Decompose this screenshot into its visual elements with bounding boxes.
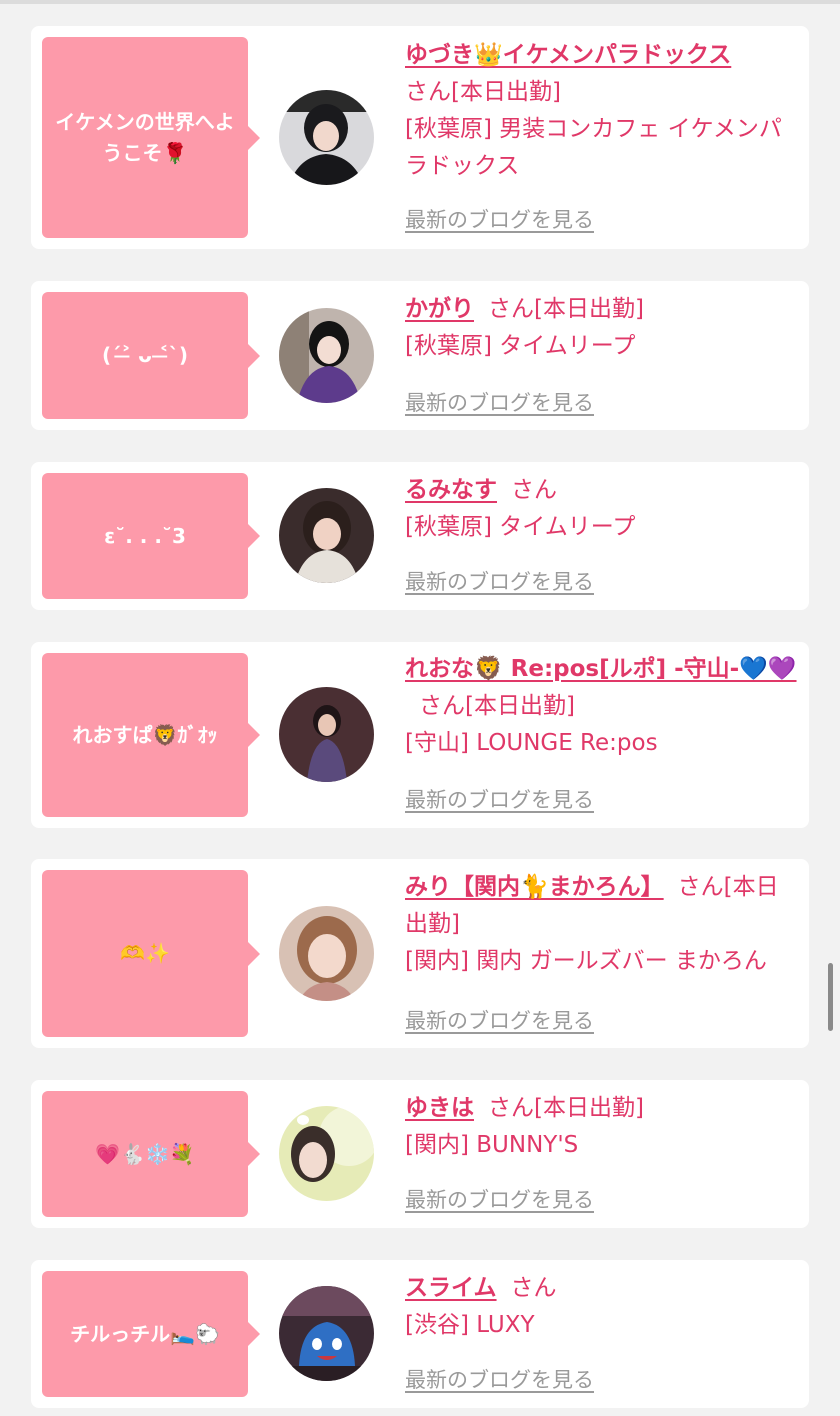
message-bubble: チルっチル🛌🐑 [42, 1271, 260, 1397]
scrollbar[interactable] [828, 963, 833, 1031]
latest-blog-link[interactable]: 最新のブログを見る [405, 204, 594, 234]
cast-info: るみなす さん [秋葉原] タイムリープ [405, 472, 797, 546]
cast-card: チルっチル🛌🐑 スライム さん [渋谷] LUXY 最新のブログを見る [31, 1260, 809, 1408]
shop-info: [秋葉原] 男装コンカフェ イケメンパラドックス [405, 116, 782, 179]
latest-blog-link[interactable]: 最新のブログを見る [405, 1364, 594, 1394]
cast-name-link[interactable]: ゆづき👑イケメンパラドックス [405, 42, 731, 68]
cast-name-link[interactable]: かがり [405, 296, 474, 322]
message-bubble-text: イケメンの世界へようこそ🌹 [55, 109, 235, 165]
shop-info: [守山] LOUNGE Re:pos [405, 730, 658, 756]
avatar[interactable] [279, 906, 374, 1001]
shop-info: [秋葉原] タイムリープ [405, 333, 636, 359]
avatar[interactable] [279, 1286, 374, 1381]
message-bubble: ε˘. . .˘3 [42, 473, 260, 599]
cast-status: さん[本日出勤] [488, 1095, 644, 1121]
avatar[interactable] [279, 1106, 374, 1201]
latest-blog-link[interactable]: 最新のブログを見る [405, 387, 594, 417]
cast-status: さん [510, 1275, 557, 1301]
cast-card: 🫶✨ みり【関内🐈まかろん】 さん[本日出勤] [関内] 関内 ガールズバー まか… [31, 859, 809, 1048]
cast-card: イケメンの世界へようこそ🌹 ゆづき👑イケメンパラドックス さん[本日出勤] [秋… [31, 26, 809, 249]
message-bubble-text: ε˘. . .˘3 [104, 523, 186, 548]
message-bubble: 🫶✨ [42, 870, 260, 1037]
avatar[interactable] [279, 488, 374, 583]
top-divider [0, 0, 840, 4]
shop-info: [秋葉原] タイムリープ [405, 514, 636, 540]
cast-card: ε˘. . .˘3 るみなす さん [秋葉原] タイムリープ 最新のブログを見る [31, 462, 809, 610]
message-bubble-text: 🫶✨ [120, 941, 170, 965]
avatar-photo [279, 308, 374, 403]
message-bubble-text: チルっチル🛌🐑 [70, 1321, 220, 1346]
avatar-photo [279, 488, 374, 583]
message-bubble: れおすぱ🦁ｶﾞｵｯ [42, 653, 260, 817]
cast-name-link[interactable]: るみなす [405, 477, 497, 503]
cast-card: れおすぱ🦁ｶﾞｵｯ れおな🦁 Re:pos[ルポ] -守山-💙💜 さん[本日出勤]… [31, 642, 809, 828]
cast-status: さん[本日出勤] [488, 296, 644, 322]
cast-info: みり【関内🐈まかろん】 さん[本日出勤] [関内] 関内 ガールズバー まかろん [405, 869, 797, 980]
cast-status: さん[本日出勤] [419, 693, 575, 719]
cast-name-link[interactable]: ゆきは [405, 1095, 474, 1121]
avatar-photo [279, 1286, 374, 1381]
cast-info: スライム さん [渋谷] LUXY [405, 1270, 797, 1344]
latest-blog-link[interactable]: 最新のブログを見る [405, 784, 594, 814]
message-bubble: (ˊ˃̶ ᴗ ˂̶ˋ) [42, 292, 260, 419]
latest-blog-link[interactable]: 最新のブログを見る [405, 1184, 594, 1214]
shop-info: [渋谷] LUXY [405, 1312, 535, 1338]
avatar-photo [279, 687, 374, 782]
cast-card: 💗🐇❄️💐 ゆきは さん[本日出勤] [関内] BUNNY'S 最新のブログを見る [31, 1080, 809, 1228]
cast-name-link[interactable]: スライム [405, 1275, 497, 1301]
message-bubble-text: (ˊ˃̶ ᴗ ˂̶ˋ) [102, 343, 188, 367]
shop-info: [関内] BUNNY'S [405, 1132, 579, 1158]
avatar[interactable] [279, 687, 374, 782]
cast-info: ゆきは さん[本日出勤] [関内] BUNNY'S [405, 1090, 797, 1164]
message-bubble-text: れおすぱ🦁ｶﾞｵｯ [72, 722, 218, 747]
cast-info: ゆづき👑イケメンパラドックス さん[本日出勤] [秋葉原] 男装コンカフェ イケ… [405, 37, 797, 185]
cast-card: (ˊ˃̶ ᴗ ˂̶ˋ) かがり さん[本日出勤] [秋葉原] タイムリープ 最新の… [31, 281, 809, 430]
shop-info: [関内] 関内 ガールズバー まかろん [405, 948, 767, 974]
latest-blog-link[interactable]: 最新のブログを見る [405, 1005, 594, 1035]
avatar-photo [279, 906, 374, 1001]
avatar-photo [279, 1106, 374, 1201]
avatar[interactable] [279, 90, 374, 185]
cast-info: かがり さん[本日出勤] [秋葉原] タイムリープ [405, 291, 797, 365]
cast-status: さん[本日出勤] [405, 79, 561, 105]
latest-blog-link[interactable]: 最新のブログを見る [405, 566, 594, 596]
avatar-photo [279, 90, 374, 185]
message-bubble-text: 💗🐇❄️💐 [95, 1141, 195, 1166]
cast-name-link[interactable]: れおな🦁 Re:pos[ルポ] -守山-💙💜 [405, 656, 797, 682]
avatar[interactable] [279, 308, 374, 403]
cast-status: さん [511, 477, 557, 503]
message-bubble: イケメンの世界へようこそ🌹 [42, 37, 260, 238]
message-bubble: 💗🐇❄️💐 [42, 1091, 260, 1217]
cast-info: れおな🦁 Re:pos[ルポ] -守山-💙💜 さん[本日出勤] [守山] LOUN… [405, 651, 797, 762]
cast-name-link[interactable]: みり【関内🐈まかろん】 [405, 874, 664, 900]
